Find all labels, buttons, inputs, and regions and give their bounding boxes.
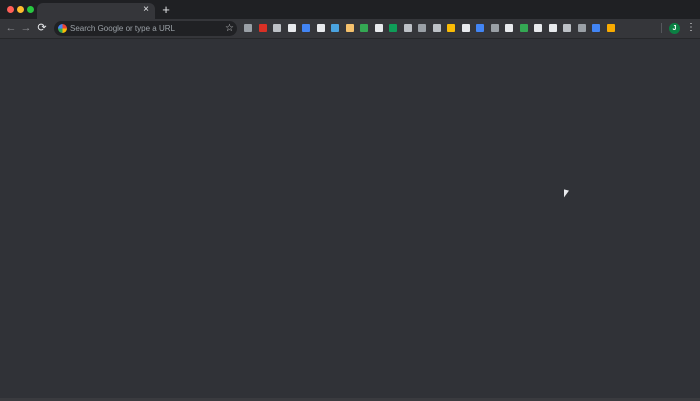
- tab-new-tab[interactable]: ×: [37, 3, 155, 19]
- extension-23-icon[interactable]: [563, 24, 571, 32]
- minimize-window-button[interactable]: [17, 6, 24, 13]
- extension-18-icon[interactable]: [491, 24, 499, 32]
- browser-window: × + ← → ⟳ Search Google or type a URL ☆ …: [0, 0, 700, 401]
- google-icon: [58, 24, 67, 33]
- extension-5-icon[interactable]: [302, 24, 310, 32]
- extension-16-icon[interactable]: [462, 24, 470, 32]
- reload-icon[interactable]: ⟳: [36, 22, 48, 35]
- extension-24-icon[interactable]: [578, 24, 586, 32]
- mouse-cursor-icon: [564, 189, 569, 199]
- maximize-window-button[interactable]: [27, 6, 34, 13]
- tab-strip: × +: [0, 0, 700, 19]
- extension-19-icon[interactable]: [505, 24, 513, 32]
- extension-26-icon[interactable]: [607, 24, 615, 32]
- extension-12-icon[interactable]: [404, 24, 412, 32]
- page-content[interactable]: [0, 39, 700, 398]
- extension-11-icon[interactable]: [389, 24, 397, 32]
- bookmark-star-icon[interactable]: ☆: [225, 21, 234, 36]
- extension-8-icon[interactable]: [346, 24, 354, 32]
- extension-13-icon[interactable]: [418, 24, 426, 32]
- back-arrow-icon[interactable]: ←: [5, 22, 17, 35]
- extension-20-icon[interactable]: [520, 24, 528, 32]
- extension-6-icon[interactable]: [317, 24, 325, 32]
- extension-1-icon[interactable]: [244, 24, 252, 32]
- extension-14-icon[interactable]: [433, 24, 441, 32]
- close-icon[interactable]: ×: [141, 4, 151, 16]
- profile-avatar[interactable]: J: [669, 23, 680, 34]
- address-bar-placeholder: Search Google or type a URL: [70, 24, 175, 33]
- extension-4-icon[interactable]: [288, 24, 296, 32]
- address-bar[interactable]: Search Google or type a URL ☆: [54, 21, 237, 36]
- new-tab-button[interactable]: +: [160, 3, 172, 17]
- extension-17-icon[interactable]: [476, 24, 484, 32]
- extension-7-icon[interactable]: [331, 24, 339, 32]
- extension-9-icon[interactable]: [360, 24, 368, 32]
- extension-2-icon[interactable]: [259, 24, 267, 32]
- extension-21-icon[interactable]: [534, 24, 542, 32]
- extension-3-icon[interactable]: [273, 24, 281, 32]
- close-window-button[interactable]: [7, 6, 14, 13]
- extension-22-icon[interactable]: [549, 24, 557, 32]
- extension-25-icon[interactable]: [592, 24, 600, 32]
- forward-arrow-icon[interactable]: →: [20, 22, 32, 35]
- extension-10-icon[interactable]: [375, 24, 383, 32]
- extension-15-icon[interactable]: [447, 24, 455, 32]
- more-menu-icon[interactable]: ⋮: [686, 21, 696, 35]
- extensions-separator: [661, 23, 662, 33]
